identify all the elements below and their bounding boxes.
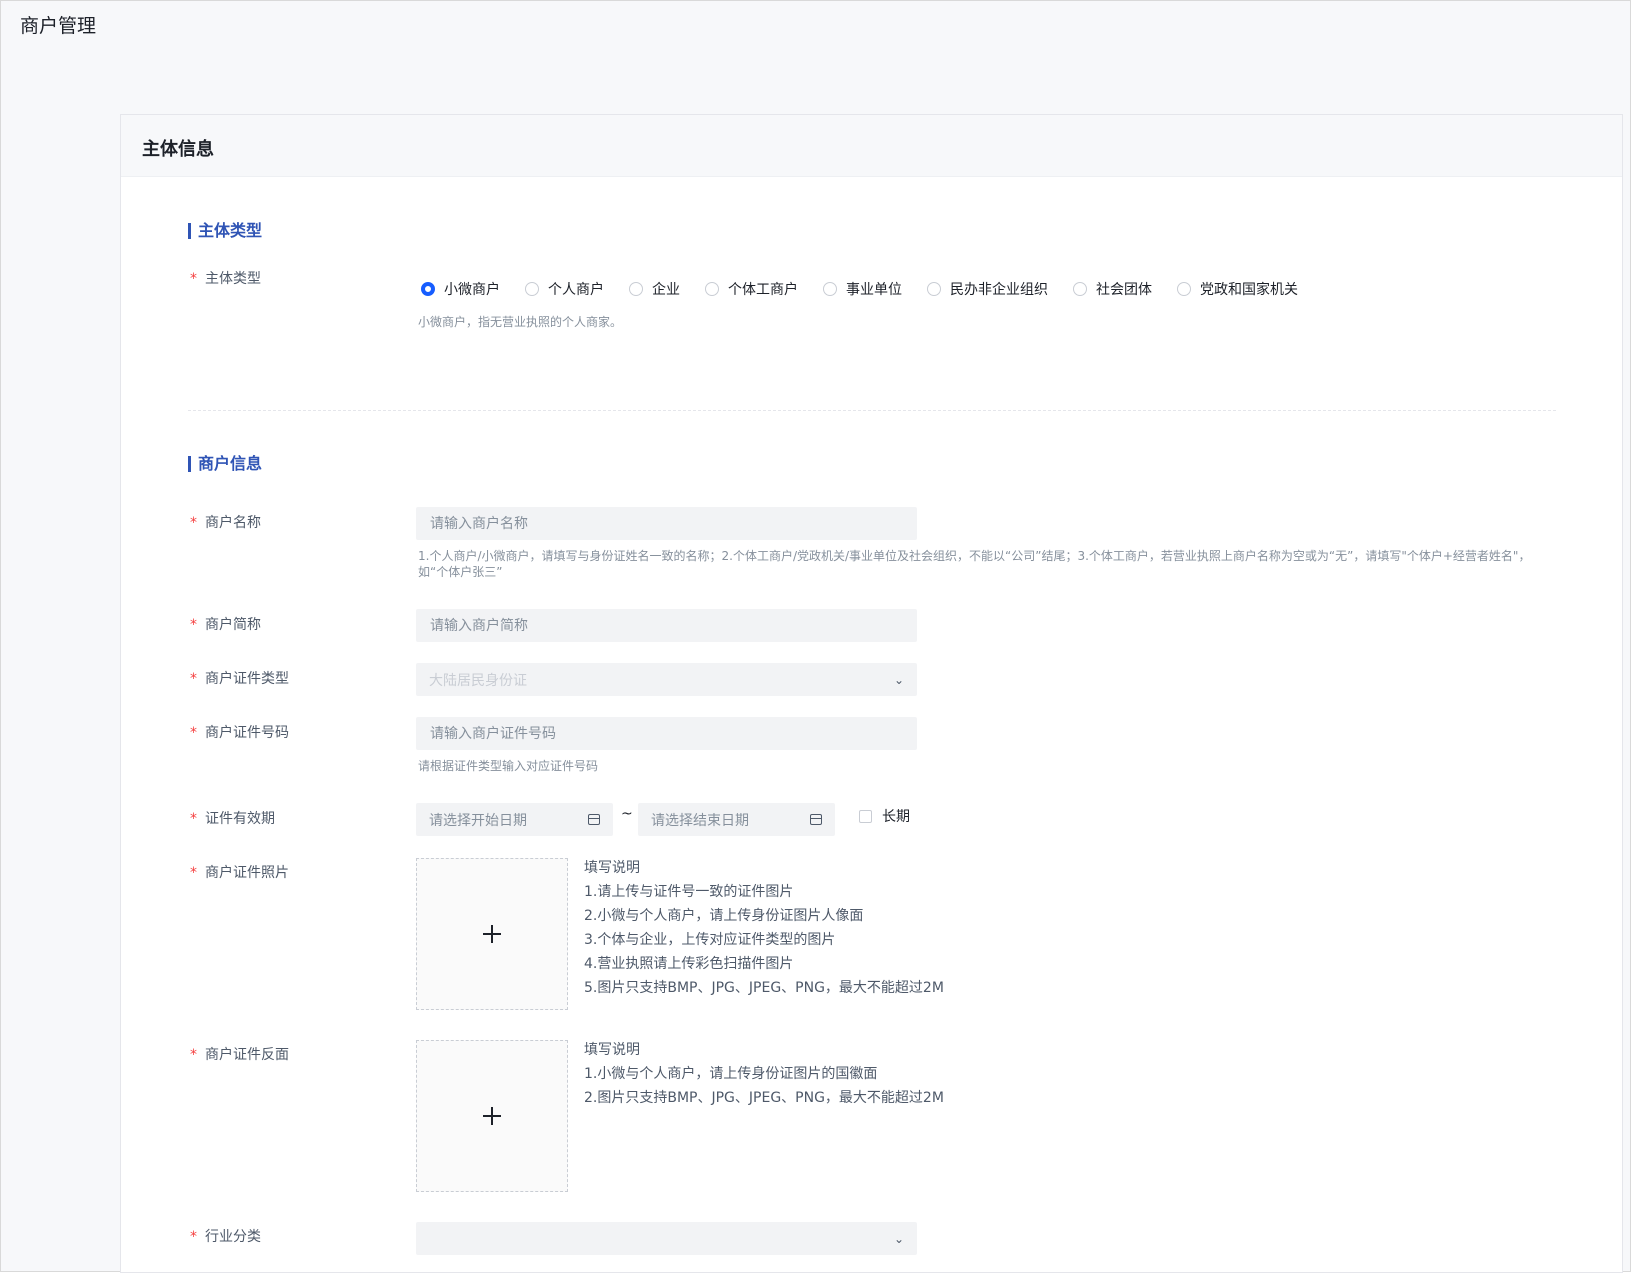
radio-unchecked-icon — [1177, 282, 1191, 296]
radio-option-small-micro[interactable]: 小微商户 — [421, 279, 500, 299]
radio-unchecked-icon — [525, 282, 539, 296]
required-mark: * — [190, 671, 197, 687]
card-header: 主体信息 — [121, 115, 1622, 177]
radio-option-individual-business[interactable]: 个体工商户 — [705, 279, 798, 299]
validity-label: * 证件有效期 — [190, 811, 275, 827]
required-mark: * — [190, 617, 197, 633]
merchant-name-label: * 商户名称 — [190, 515, 261, 531]
entity-type-hint: 小微商户，指无营业执照的个人商家。 — [418, 315, 623, 329]
required-mark: * — [190, 1229, 197, 1245]
long-term-checkbox[interactable]: 长期 — [859, 806, 910, 826]
section-title-entity: 主体类型 — [188, 223, 262, 239]
radio-option-individual[interactable]: 个人商户 — [525, 279, 604, 299]
section-divider — [188, 410, 1556, 411]
required-mark: * — [190, 811, 197, 827]
calendar-icon — [588, 814, 600, 825]
radio-unchecked-icon — [1073, 282, 1087, 296]
required-mark: * — [190, 271, 197, 287]
required-mark: * — [190, 1047, 197, 1063]
checkbox-icon — [859, 809, 872, 823]
radio-option-public-institution[interactable]: 事业单位 — [823, 279, 902, 299]
industry-label: * 行业分类 — [190, 1229, 261, 1245]
chevron-down-icon: ⌄ — [893, 1231, 904, 1246]
required-mark: * — [190, 865, 197, 881]
radio-unchecked-icon — [927, 282, 941, 296]
id-photo-notes: 填写说明 1.请上传与证件号一致的证件图片 2.小微与个人商户，请上传身份证图片… — [584, 860, 944, 996]
id-back-upload[interactable] — [416, 1040, 568, 1192]
entity-type-radio-group: 小微商户 个人商户 企业 个体工商户 事业单位 民办非企业组织 社会团体 党政和… — [421, 279, 1323, 299]
id-photo-upload[interactable] — [416, 858, 568, 1010]
chevron-down-icon: ⌄ — [893, 672, 904, 687]
id-type-label: * 商户证件类型 — [190, 671, 289, 687]
date-range-separator: ~ — [621, 806, 633, 822]
radio-option-private-non-enterprise[interactable]: 民办非企业组织 — [927, 279, 1048, 299]
plus-icon — [483, 1107, 501, 1125]
plus-icon — [483, 925, 501, 943]
required-mark: * — [190, 725, 197, 741]
start-date-picker[interactable]: 请选择开始日期 — [416, 803, 613, 836]
id-number-label: * 商户证件号码 — [190, 725, 289, 741]
app-frame: 商户管理 主体信息 主体类型 * 主体类型 小微商户 个人商户 企业 个体工商户… — [0, 0, 1631, 1273]
section-title-merchant: 商户信息 — [188, 456, 262, 472]
id-number-hint: 请根据证件类型输入对应证件号码 — [418, 759, 599, 773]
radio-unchecked-icon — [705, 282, 719, 296]
page-title: 商户管理 — [20, 15, 97, 37]
id-photo-label: * 商户证件照片 — [190, 865, 289, 881]
merchant-short-label: * 商户简称 — [190, 617, 261, 633]
radio-checked-icon — [421, 282, 435, 296]
merchant-name-input[interactable] — [416, 507, 917, 540]
merchant-short-input[interactable] — [416, 609, 917, 642]
entity-info-card: 主体信息 主体类型 * 主体类型 小微商户 个人商户 企业 个体工商户 事业单位… — [120, 114, 1623, 1273]
radio-option-enterprise[interactable]: 企业 — [629, 279, 680, 299]
required-mark: * — [190, 515, 197, 531]
merchant-name-hint: 1.个人商户/小微商户，请填写与身份证姓名一致的名称；2.个体工商户/党政机关/… — [418, 549, 1531, 579]
radio-option-social-group[interactable]: 社会团体 — [1073, 279, 1152, 299]
calendar-icon — [810, 814, 822, 825]
entity-type-label: * 主体类型 — [190, 271, 261, 287]
radio-unchecked-icon — [823, 282, 837, 296]
id-back-label: * 商户证件反面 — [190, 1047, 289, 1063]
card-title: 主体信息 — [142, 139, 214, 160]
end-date-picker[interactable]: 请选择结束日期 — [638, 803, 835, 836]
id-type-select[interactable]: 大陆居民身份证 ⌄ — [416, 663, 917, 696]
industry-select[interactable]: ⌄ — [416, 1222, 917, 1255]
radio-option-government[interactable]: 党政和国家机关 — [1177, 279, 1298, 299]
id-back-notes: 填写说明 1.小微与个人商户，请上传身份证图片的国徽面 2.图片只支持BMP、J… — [584, 1042, 944, 1106]
id-number-input[interactable] — [416, 717, 917, 750]
radio-unchecked-icon — [629, 282, 643, 296]
